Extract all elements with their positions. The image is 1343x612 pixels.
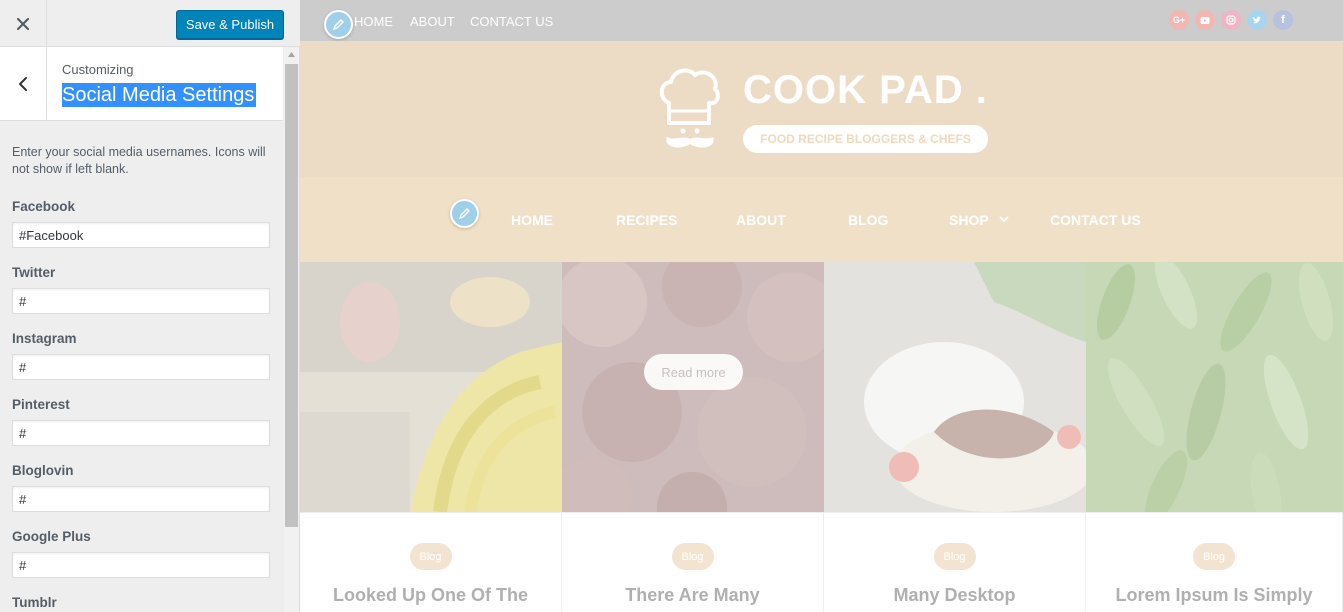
section-title: Social Media Settings (62, 83, 257, 107)
social-controls-panel: Enter your social media usernames. Icons… (0, 121, 283, 612)
main-nav-home[interactable]: HOME (511, 212, 553, 228)
twitter-field[interactable] (12, 288, 270, 314)
section-header: Customizing Social Media Settings (0, 47, 283, 121)
instagram-label: Instagram (12, 331, 77, 346)
back-button[interactable] (0, 47, 47, 120)
customizer-sidebar: Save & Publish Customizing Social Media … (0, 0, 300, 612)
post-card: Blog Many Desktop (824, 512, 1086, 612)
pinterest-label: Pinterest (12, 397, 70, 412)
site-preview: HOME ABOUT CONTACT US G+ f COOK PAD . FO… (300, 0, 1343, 612)
main-nav-about[interactable]: ABOUT (736, 212, 786, 228)
caret-up-icon (288, 52, 295, 57)
bloglovin-field[interactable] (12, 486, 270, 512)
post-image-peppers[interactable] (1086, 262, 1343, 512)
post-title[interactable]: Looked Up One Of The (300, 585, 561, 606)
scroll-up-arrow[interactable] (284, 47, 299, 62)
instagram-icon[interactable] (1221, 10, 1241, 30)
customizer-header: Save & Publish (0, 0, 300, 47)
close-customizer-button[interactable] (0, 0, 47, 47)
category-badge[interactable]: Blog (1193, 543, 1235, 570)
category-badge[interactable]: Blog (933, 543, 976, 570)
top-nav-about[interactable]: ABOUT (410, 14, 455, 29)
main-nav-shop[interactable]: SHOP (949, 212, 989, 228)
customizing-label: Customizing (62, 62, 134, 77)
site-tagline: FOOD RECIPE BLOGGERS & CHEFS (743, 125, 988, 153)
section-description: Enter your social media usernames. Icons… (12, 145, 266, 176)
youtube-icon[interactable] (1195, 10, 1215, 30)
save-publish-button[interactable]: Save & Publish (176, 10, 284, 39)
pencil-icon (458, 208, 470, 220)
edit-top-menu-button[interactable] (324, 10, 353, 39)
site-header: COOK PAD . FOOD RECIPE BLOGGERS & CHEFS (300, 41, 1343, 177)
tumblr-label: Tumblr (12, 595, 57, 610)
post-image-chef-plate[interactable] (824, 262, 1086, 512)
post-image-bananas[interactable] (300, 262, 562, 512)
instagram-field[interactable] (12, 354, 270, 380)
top-nav-home[interactable]: HOME (354, 14, 393, 29)
bloglovin-label: Bloglovin (12, 463, 74, 478)
google-plus-field[interactable] (12, 552, 270, 578)
close-icon (17, 17, 29, 30)
facebook-label: Facebook (12, 199, 76, 214)
category-badge[interactable]: Blog (409, 543, 452, 570)
twitter-label: Twitter (12, 265, 56, 280)
post-card: Blog Lorem Ipsum Is Simply (1086, 512, 1343, 612)
chef-hat-logo (659, 68, 720, 148)
google-plus-label: Google Plus (12, 529, 91, 544)
main-navigation: HOME RECIPES ABOUT BLOG SHOP CONTACT US (300, 177, 1343, 262)
google-plus-icon[interactable]: G+ (1169, 10, 1189, 30)
post-title[interactable]: There Are Many (562, 585, 823, 606)
site-title[interactable]: COOK PAD . (743, 68, 988, 113)
facebook-field[interactable] (12, 222, 270, 248)
main-nav-recipes[interactable]: RECIPES (616, 212, 677, 228)
chevron-left-icon (19, 76, 27, 91)
main-nav-blog[interactable]: BLOG (848, 212, 888, 228)
pencil-icon (332, 19, 344, 31)
read-more-button[interactable]: Read more (644, 354, 743, 390)
twitter-icon[interactable] (1247, 10, 1267, 30)
post-card: Blog There Are Many (562, 512, 824, 612)
post-title[interactable]: Many Desktop (824, 585, 1085, 606)
top-nav-contact[interactable]: CONTACT US (470, 14, 553, 29)
scroll-thumb[interactable] (285, 64, 298, 527)
pinterest-field[interactable] (12, 420, 270, 446)
sidebar-scrollbar[interactable] (284, 47, 299, 612)
post-title[interactable]: Lorem Ipsum Is Simply (1086, 585, 1342, 606)
chevron-down-icon (999, 216, 1009, 223)
post-card: Blog Looked Up One Of The (300, 512, 562, 612)
main-nav-contact[interactable]: CONTACT US (1050, 212, 1141, 228)
edit-main-menu-button[interactable] (450, 199, 479, 228)
category-badge[interactable]: Blog (671, 543, 714, 570)
top-bar: HOME ABOUT CONTACT US G+ f (300, 0, 1343, 41)
facebook-icon[interactable]: f (1273, 10, 1293, 30)
